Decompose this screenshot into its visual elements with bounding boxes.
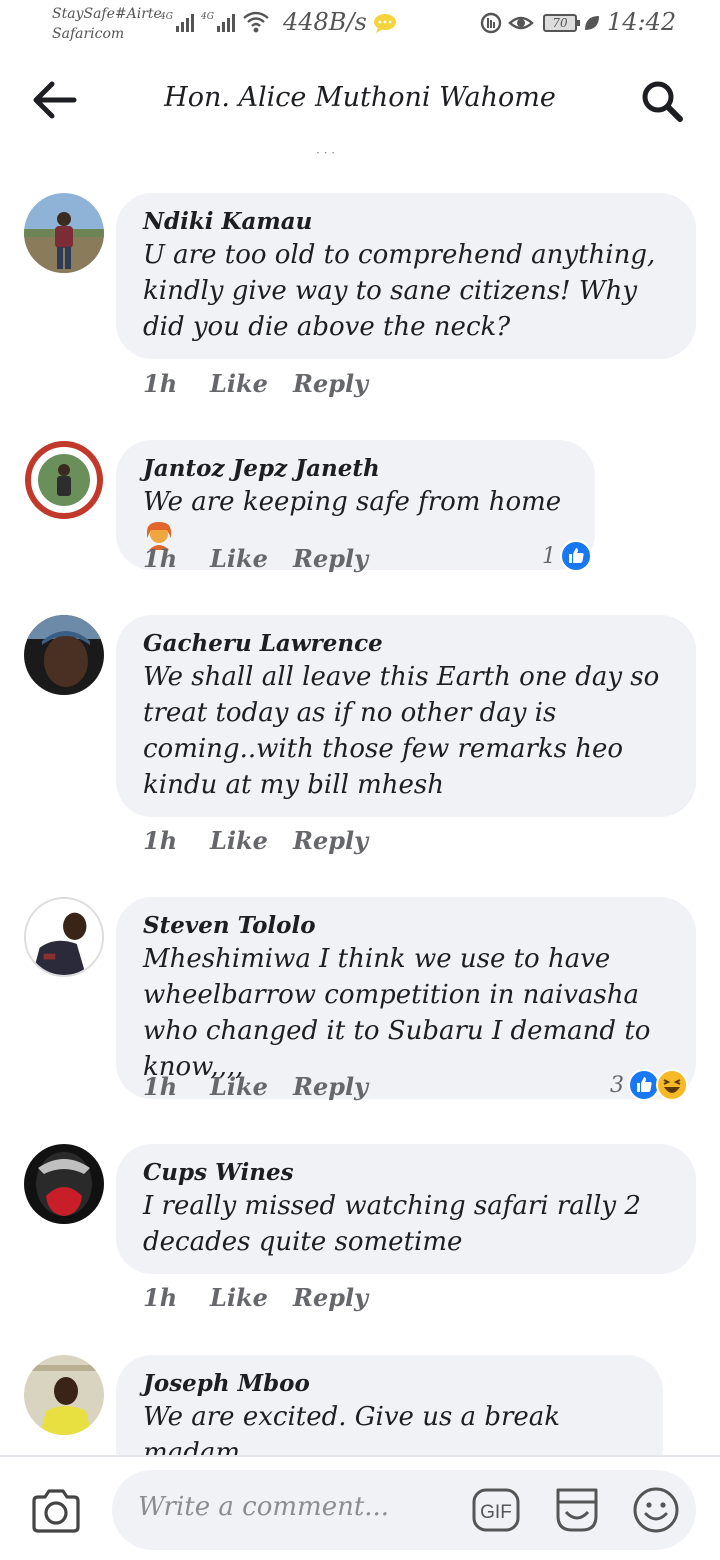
reaction-summary[interactable]: 3 [610, 1069, 688, 1101]
comment-actions: 1h Like Reply [143, 369, 368, 398]
avatar[interactable] [24, 440, 104, 520]
comment-time: 1h [143, 1283, 178, 1312]
comment-text-content: We are keeping safe from home [143, 487, 562, 517]
like-button[interactable]: Like [210, 826, 293, 855]
sticker-icon[interactable] [552, 1484, 602, 1536]
signal-icon-2: 4G [201, 12, 235, 32]
comment-author[interactable]: Joseph Mboo [143, 1369, 637, 1399]
like-icon [560, 540, 592, 572]
comment-input[interactable]: Write a comment... GIF [112, 1470, 696, 1550]
comment-text: I really missed watching safari rally 2 … [143, 1191, 641, 1257]
comment-bubble[interactable]: Ndiki Kamau U are too old to comprehend … [116, 193, 696, 359]
comment-bubble[interactable]: Steven Tololo Mheshimiwa I think we use … [116, 897, 696, 1099]
comment-actions: 1h Like Reply [143, 544, 368, 573]
comment-composer: Write a comment... GIF [0, 1455, 720, 1560]
like-button[interactable]: Like [210, 369, 293, 398]
wifi-icon [243, 11, 269, 33]
comment-author[interactable]: Cups Wines [143, 1158, 670, 1188]
comment-actions: 1h Like Reply [143, 1072, 368, 1101]
comment-time: 1h [143, 826, 178, 855]
network-speed: 448B/s [283, 8, 367, 36]
gif-label: GIF [480, 1502, 512, 1523]
system-icons [480, 12, 534, 34]
comment-text: U are too old to comprehend anything, ki… [143, 240, 656, 342]
network-type-1: 4G [160, 12, 173, 22]
power-saving-leaf-icon [585, 16, 599, 30]
comment-text: Mheshimiwa I think we use to have wheelb… [143, 944, 651, 1082]
reply-button[interactable]: Reply [293, 1072, 368, 1101]
message-notification-icon [374, 14, 396, 33]
comment-bubble[interactable]: Cups Wines I really missed watching safa… [116, 1144, 696, 1274]
avatar[interactable] [24, 193, 104, 273]
comment-author[interactable]: Ndiki Kamau [143, 207, 670, 237]
avatar[interactable] [24, 1355, 104, 1435]
signal-icon-1: 4G [160, 12, 194, 32]
carrier-1: StaySafe#Airte [52, 6, 162, 22]
like-button[interactable]: Like [210, 544, 293, 573]
data-saver-icon [480, 12, 502, 34]
comment-author[interactable]: Jantoz Jepz Janeth [143, 454, 569, 484]
reaction-count: 1 [542, 543, 556, 569]
comment-actions: 1h Like Reply [143, 826, 368, 855]
emoji-icon[interactable] [632, 1486, 680, 1534]
search-icon[interactable] [636, 78, 688, 124]
comment-actions: 1h Like Reply [143, 1283, 368, 1312]
carrier-2: Safaricom [52, 26, 125, 42]
reply-button[interactable]: Reply [293, 544, 368, 573]
clock: 14:42 [607, 8, 677, 36]
app-header: Hon. Alice Muthoni Wahome [0, 60, 720, 140]
reply-button[interactable]: Reply [293, 826, 368, 855]
avatar[interactable] [24, 1144, 104, 1224]
camera-icon[interactable] [30, 1487, 82, 1535]
laugh-icon [656, 1069, 688, 1101]
reaction-count: 3 [610, 1072, 624, 1098]
comment-time: 1h [143, 544, 178, 573]
network-type-2: 4G [201, 12, 214, 22]
reaction-summary[interactable]: 1 [542, 540, 592, 572]
comment-time: 1h [143, 1072, 178, 1101]
comment-text: We shall all leave this Earth one day so… [143, 662, 660, 800]
page-title: Hon. Alice Muthoni Wahome [164, 82, 556, 113]
like-button[interactable]: Like [210, 1072, 293, 1101]
carrier-names: StaySafe#Airte Safaricom [52, 4, 162, 44]
avatar[interactable] [24, 897, 104, 977]
reply-button[interactable]: Reply [293, 1283, 368, 1312]
reply-button[interactable]: Reply [293, 369, 368, 398]
gif-button[interactable]: GIF [472, 1488, 520, 1532]
like-button[interactable]: Like [210, 1283, 293, 1312]
eye-comfort-icon [508, 16, 534, 30]
comment-author[interactable]: Steven Tololo [143, 911, 670, 941]
comment-time: 1h [143, 369, 178, 398]
back-arrow-icon[interactable] [30, 80, 82, 120]
avatar[interactable] [24, 615, 104, 695]
comment-author[interactable]: Gacheru Lawrence [143, 629, 670, 659]
battery-icon: 70 [543, 14, 580, 32]
scroll-hint: · · · [316, 146, 336, 160]
status-bar: StaySafe#Airte Safaricom 4G 4G 448B/s 70… [0, 0, 720, 52]
comment-bubble[interactable]: Gacheru Lawrence We shall all leave this… [116, 615, 696, 817]
comment-input-placeholder: Write a comment... [138, 1492, 390, 1522]
